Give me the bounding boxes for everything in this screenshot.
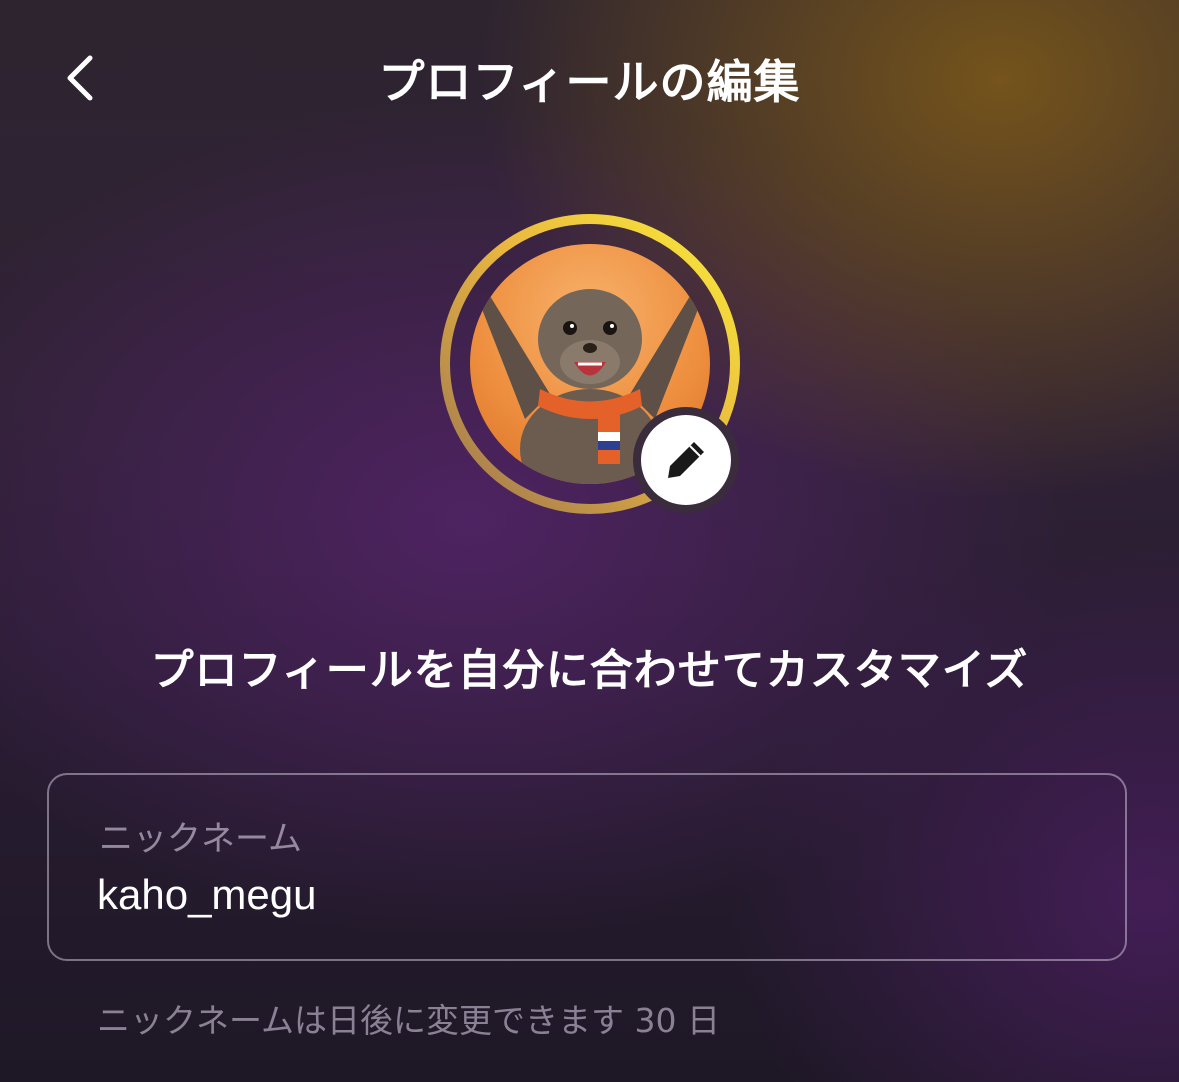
nickname-field[interactable]: ニックネーム kaho_megu [47,773,1127,961]
nickname-label: ニックネーム [99,819,302,859]
edit-badge-circle [641,415,731,505]
customize-headline: プロフィールを自分に合わせてカスタマイズ [150,646,1029,696]
edit-avatar-button[interactable] [633,407,739,513]
nickname-input[interactable]: kaho_megu [97,871,317,919]
pencil-icon [668,442,704,478]
header-bar: プロフィールの編集 [0,0,1179,160]
page-title: プロフィールの編集 [378,55,801,109]
nickname-helper-text: ニックネームは日後に変更できます 30 日 [97,1001,720,1040]
